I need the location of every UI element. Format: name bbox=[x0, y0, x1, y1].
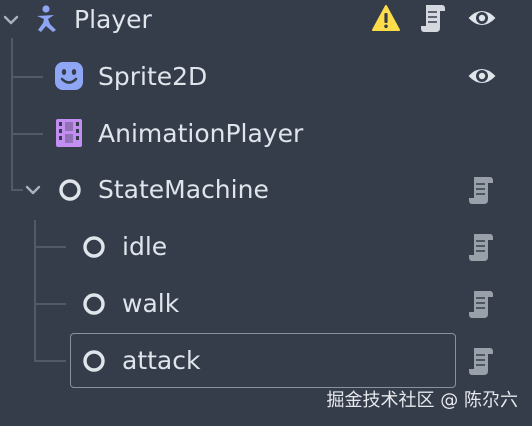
tree-item-sprite2d[interactable]: Sprite2D bbox=[0, 48, 532, 105]
node-label: attack bbox=[122, 346, 201, 375]
node-circle-icon bbox=[83, 293, 105, 315]
tree-item-animation-player[interactable]: AnimationPlayer bbox=[0, 105, 532, 162]
node-circle-icon bbox=[59, 179, 81, 201]
script-icon[interactable] bbox=[468, 345, 494, 377]
warning-icon[interactable] bbox=[371, 4, 401, 32]
tree-item-walk[interactable]: walk bbox=[0, 275, 532, 332]
node-label: Sprite2D bbox=[98, 62, 208, 91]
node-label: Player bbox=[74, 5, 152, 34]
node-label: walk bbox=[122, 289, 180, 318]
tree-item-player[interactable]: Player bbox=[0, 0, 532, 49]
visibility-eye-icon[interactable] bbox=[467, 6, 497, 30]
tree-item-idle[interactable]: idle bbox=[0, 218, 532, 275]
node-label: idle bbox=[122, 232, 168, 261]
script-icon[interactable] bbox=[468, 174, 494, 206]
scene-tree-panel: Player Sprite2D AnimationPlayer StateMac… bbox=[0, 0, 532, 426]
script-icon[interactable] bbox=[420, 2, 446, 34]
node-label: AnimationPlayer bbox=[98, 119, 304, 148]
script-icon[interactable] bbox=[468, 231, 494, 263]
script-icon[interactable] bbox=[468, 288, 494, 320]
sprite2d-icon bbox=[55, 62, 83, 90]
chevron-down-icon[interactable] bbox=[24, 181, 42, 199]
tree-item-attack[interactable]: attack bbox=[0, 332, 532, 389]
node-circle-icon bbox=[83, 350, 105, 372]
node-label: StateMachine bbox=[98, 175, 269, 204]
character-body-icon bbox=[37, 5, 56, 32]
chevron-down-icon[interactable] bbox=[2, 11, 20, 29]
visibility-eye-icon[interactable] bbox=[467, 64, 497, 88]
animation-player-icon bbox=[56, 119, 82, 147]
tree-item-statemachine[interactable]: StateMachine bbox=[0, 161, 532, 218]
node-circle-icon bbox=[83, 236, 105, 258]
watermark-text: 掘金技术社区 @ 陈尕六 bbox=[326, 390, 518, 411]
